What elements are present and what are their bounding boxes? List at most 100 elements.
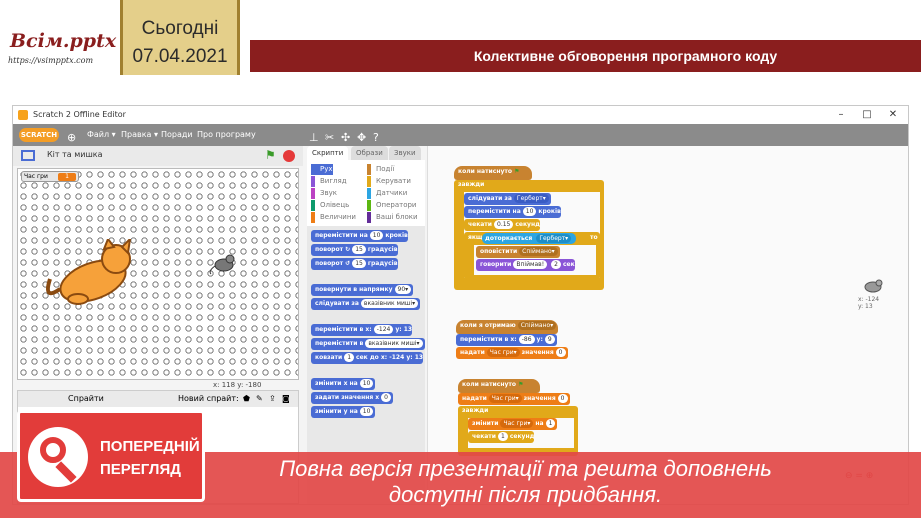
tab-scripts[interactable]: Скрипти [307,146,349,160]
app-icon [18,110,28,120]
goto-xy-block[interactable]: перемістити в x: -86 y: 9 [456,334,557,346]
sprite-info: x: -124 y: 13 [858,296,879,310]
when-flag-clicked-block-2[interactable]: коли натиснуто ⚑ [458,379,540,393]
category-2[interactable]: Звук [311,188,337,199]
block-slot[interactable]: Спіймано▾ [519,247,558,256]
block-text: перемістити в x: [315,326,372,333]
when-flag-clicked-block[interactable]: коли натиснуто ⚑ [454,166,532,180]
palette-block[interactable]: ковзати 1 сек до x: -124 y: 13 [311,352,424,364]
cat-sprite[interactable] [38,239,148,309]
wait-block-2[interactable]: чекати 1 секунд [468,431,535,443]
block-slot[interactable]: 2 [551,260,561,269]
menu-tips[interactable]: Поради [161,124,193,146]
block-slot[interactable]: Час гри▾ [486,348,520,357]
menu-edit[interactable]: Правка ▾ [121,124,158,146]
change-variable-block[interactable]: змінити Час гри▾ на 1 [468,418,558,430]
category-5[interactable]: Події [367,164,394,175]
block-slot[interactable]: 0 [557,394,568,403]
block-slot[interactable]: Герберт▾ [513,194,549,203]
block-slot[interactable]: 9 [544,335,555,344]
block-slot[interactable]: 15 [352,259,366,268]
palette-block[interactable]: повернути в напрямку 90▾ [311,284,414,296]
when-receive-block[interactable]: коли я отримаю Спіймано▾ [456,320,559,334]
magnifier-icon [28,427,88,487]
fullscreen-icon[interactable] [21,150,35,161]
sprites-header: Спрайти Новий спрайт: ⬟ ✎ ⇪ ◙ [18,391,298,407]
block-slot[interactable]: Час гри▾ [488,394,522,403]
palette-block[interactable]: слідувати за вказівник миші▾ [311,298,421,310]
block-slot[interactable]: 1 [344,353,355,362]
date-label: Сьогодні [141,18,219,39]
block-slot[interactable]: 1 [545,419,556,428]
stop-icon[interactable] [283,150,295,162]
maximize-button[interactable]: □ [854,106,880,124]
category-1[interactable]: Вигляд [311,176,347,187]
block-text: y: 13 [395,326,413,333]
touching-block[interactable]: доторкається Герберт▾ [482,233,577,244]
block-slot[interactable]: Спіймано▾ [517,321,557,330]
block-text: надати [460,349,485,356]
palette-block[interactable]: змінити x на 10 [311,378,376,390]
mouse-sprite[interactable] [208,253,238,275]
camera-icon[interactable]: ◙ [282,391,290,407]
category-3[interactable]: Олівець [311,200,349,211]
logo-text: Всім.pptx [10,30,117,52]
palette-block[interactable]: поворот ↺ 15 градусів [311,258,398,270]
palette-block[interactable]: поворот ↻ 15 градусів [311,244,398,256]
block-slot[interactable]: 0 [381,393,391,402]
palette-block[interactable]: змінити у на 10 [311,406,376,418]
minimize-button[interactable]: – [828,106,854,124]
tab-costumes[interactable]: Образи [351,146,388,160]
stage-canvas[interactable] [17,168,299,380]
block-slot[interactable]: Герберт▾ [536,234,572,243]
paint-icon[interactable]: ✎ [256,391,263,407]
variable-monitor[interactable]: Час гри 1 [21,171,79,182]
category-0[interactable]: Рух [311,164,333,175]
set-variable-block[interactable]: надати Час гри▾ значення 0 [456,347,568,359]
follow-block[interactable]: слідувати за Герберт▾ [464,193,551,205]
block-slot[interactable]: -86 [518,335,535,344]
sprite-library-icon[interactable]: ⬟ [243,391,250,407]
palette-block[interactable]: перемістити в x: -124 y: 13 [311,324,413,336]
category-4[interactable]: Величини [311,212,356,223]
upload-icon[interactable]: ⇪ [269,391,276,407]
block-text: доторкається [485,235,533,242]
wait-block[interactable]: чекати 0.15 секунд [464,219,540,231]
close-button[interactable]: ✕ [880,106,906,124]
block-slot[interactable]: Впіймав! [513,260,548,269]
palette-block[interactable]: задати значення x0 [311,392,393,404]
window-title: Scratch 2 Offline Editor [33,110,126,119]
block-slot[interactable]: 10 [359,407,374,416]
say-block[interactable]: говорити Впіймав! 2 сек [476,259,575,271]
block-slot[interactable]: вказівник миші▾ [365,339,423,348]
project-name[interactable]: Кіт та мишка [47,150,103,159]
variable-value: 1 [58,173,76,181]
menu-about[interactable]: Про програму [197,124,256,146]
category-6[interactable]: Керувати [367,176,411,187]
block-slot[interactable]: 1 [498,432,508,441]
green-flag-icon[interactable]: ⚑ [265,148,276,162]
block-slot[interactable]: 0 [555,348,566,357]
block-slot[interactable]: Час гри▾ [500,419,534,428]
palette-block[interactable]: перемістити на 10 кроків [311,230,408,242]
tab-sounds[interactable]: Звуки [389,146,421,160]
category-8[interactable]: Оператори [367,200,416,211]
block-slot[interactable]: 10 [369,231,384,240]
category-9[interactable]: Ваші блоки [367,212,418,223]
block-slot[interactable]: вказівник миші▾ [360,299,419,308]
broadcast-block[interactable]: оповістити Спіймано▾ [476,246,560,258]
block-slot[interactable]: 90▾ [394,285,412,294]
move-block[interactable]: перемістити на 10 кроків [464,206,561,218]
palette-block[interactable]: перемістити в вказівник миші▾ [311,338,425,350]
block-slot[interactable]: 15 [352,245,366,254]
menu-file[interactable]: Файл ▾ [87,124,116,146]
block-slot[interactable]: 10 [522,207,537,216]
block-slot[interactable]: -124 [373,325,394,334]
menu-bar: SCRATCH ⊕ Файл ▾ Правка ▾ Поради Про про… [13,124,908,146]
set-variable-block-2[interactable]: надати Час гри▾ значення 0 [458,393,570,405]
block-slot[interactable]: 10 [359,379,374,388]
category-7[interactable]: Датчики [367,188,407,199]
block-text: змінити у на [315,408,358,415]
scripts-area[interactable]: коли натиснуто ⚑ завжди слідувати за Герб… [427,146,908,504]
block-slot[interactable]: 0.15 [494,220,514,229]
